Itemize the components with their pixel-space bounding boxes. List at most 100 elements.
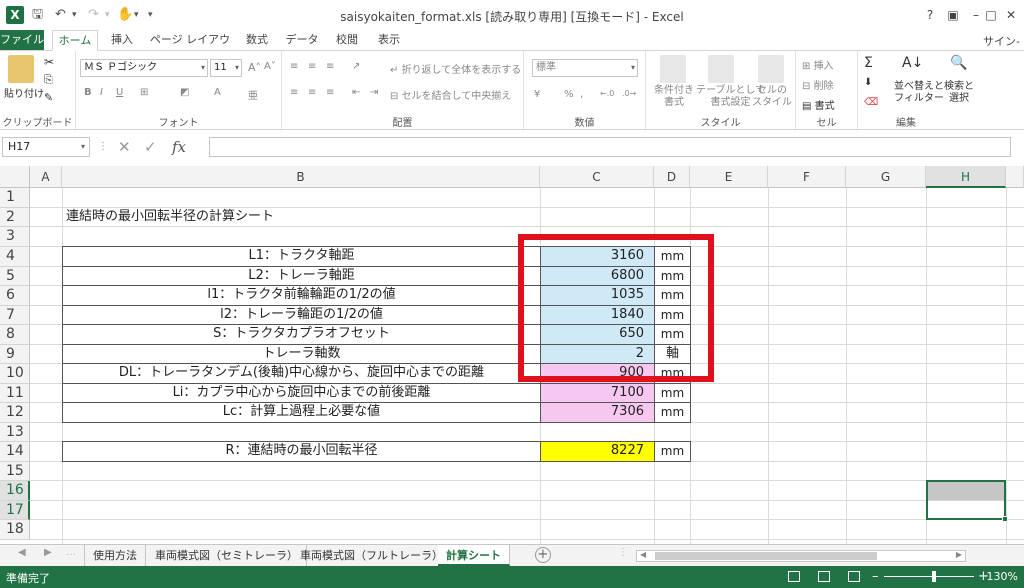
param-value-l2-small[interactable]: 1840 [540,305,655,325]
tab-data[interactable]: データ [282,30,322,50]
find-select-button[interactable]: 検索と 選択 [944,81,974,105]
decrease-decimal-icon[interactable]: .0→ [622,89,636,98]
paste-button[interactable]: 貼り付け [4,85,44,100]
sort-filter-button[interactable]: 並べ替えと フィルター [894,81,944,105]
scroll-right-icon[interactable]: ▶ [956,550,962,559]
zoom-slider[interactable] [884,576,974,577]
row-header-15[interactable]: 15 [0,462,30,481]
param-label-lc[interactable]: Lc：計算上過程上必要な値 [62,402,541,423]
row-header-5[interactable]: 5 [0,267,30,286]
row-header-13[interactable]: 13 [0,423,30,442]
align-center-icon[interactable]: ≡ [308,87,316,98]
sheet-overflow-icon[interactable]: … [66,547,76,558]
row-header-7[interactable]: 7 [0,306,30,325]
tab-home[interactable]: ホーム [52,30,98,51]
copy-icon[interactable]: ⎘ [44,73,53,87]
underline-button[interactable]: U [116,87,123,98]
row-header-6[interactable]: 6 [0,286,30,306]
autosum-icon[interactable]: Σ [864,55,873,71]
confirm-entry-icon[interactable]: ✓ [144,137,157,157]
increase-decimal-icon[interactable]: ←.0 [600,89,614,98]
page-layout-view-icon[interactable] [818,571,830,582]
borders-icon[interactable]: ⊞ [140,87,148,98]
param-value-dl[interactable]: 900 [540,363,655,384]
align-top-icon[interactable]: ≡ [290,61,298,72]
zoom-level[interactable]: 130% [987,570,1018,583]
tab-page-layout[interactable]: ページ レイアウト [148,30,232,66]
column-header-i[interactable] [1006,166,1024,188]
param-unit-l2[interactable]: mm [654,266,691,286]
param-value-l1-small[interactable]: 1035 [540,285,655,306]
param-unit-lc[interactable]: mm [654,402,691,423]
param-value-l1[interactable]: 3160 [540,246,655,267]
param-value-lc[interactable]: 7306 [540,402,655,423]
result-label[interactable]: R：連結時の最小回転半径 [62,441,541,462]
column-header-h[interactable]: H [926,166,1006,188]
restore-ribbon-icon[interactable]: ▣ [943,6,963,24]
font-size-select[interactable]: 11 ▾ [210,59,242,77]
format-painter-icon[interactable]: ✎ [44,91,53,104]
sheet-tab-calculation[interactable]: 計算シート [438,545,510,566]
horizontal-scrollbar[interactable]: ◀ ▶ [636,550,966,562]
cell-selection[interactable] [926,480,1008,522]
row-header-2[interactable]: 2 [0,208,30,227]
param-value-l2[interactable]: 6800 [540,266,655,286]
row-header-8[interactable]: 8 [0,325,30,345]
row-header-9[interactable]: 9 [0,345,30,364]
zoom-slider-thumb[interactable] [931,571,936,582]
tab-split-handle-icon[interactable]: ⋮ [618,547,628,558]
row-header-11[interactable]: 11 [0,384,30,403]
param-value-s[interactable]: 650 [540,324,655,345]
row-header-18[interactable]: 18 [0,520,30,540]
param-value-li[interactable]: 7100 [540,383,655,403]
row-header-14[interactable]: 14 [0,442,30,462]
merge-center-button[interactable]: ⊟ セルを結合して中央揃え [390,87,511,102]
align-middle-icon[interactable]: ≡ [308,61,316,72]
column-header-e[interactable]: E [690,166,768,188]
align-bottom-icon[interactable]: ≡ [326,61,334,72]
prev-sheet-icon[interactable]: ◀ [18,547,26,558]
param-label-l2-small[interactable]: l2：トレーラ輪距の1/2の値 [62,305,541,325]
row-header-12[interactable]: 12 [0,403,30,423]
clear-icon[interactable]: ⌫ [864,97,878,108]
column-header-d[interactable]: D [654,166,690,188]
currency-icon[interactable]: ¥ [534,89,540,100]
phonetic-icon[interactable]: 亜 [248,87,258,102]
conditional-format-button[interactable]: 条件付き 書式 [654,85,694,109]
row-header-10[interactable]: 10 [0,364,30,384]
cancel-entry-icon[interactable]: ✕ [118,137,131,157]
close-icon[interactable]: ✕ [1001,6,1021,24]
param-unit-li[interactable]: mm [654,383,691,403]
paste-icon[interactable] [8,55,34,83]
sort-filter-icon[interactable]: A↓ [902,55,923,71]
select-all-corner[interactable] [0,166,30,188]
cut-icon[interactable]: ✂ [44,55,54,69]
normal-view-icon[interactable] [788,571,800,582]
help-button[interactable]: ? [920,6,940,24]
fill-color-icon[interactable]: ◩ [180,87,189,98]
font-name-select[interactable]: ＭＳ Ｐゴシック ▾ [80,59,208,77]
delete-cells-button[interactable]: ⊟ 削除 [802,77,834,92]
column-header-g[interactable]: G [846,166,926,188]
format-as-table-icon[interactable] [708,55,734,83]
find-select-icon[interactable]: 🔍 [950,55,967,71]
param-unit-s[interactable]: mm [654,324,691,345]
param-label-l2[interactable]: L2：トレーラ軸距 [62,266,541,286]
comma-button[interactable]: , [580,89,583,100]
tab-file[interactable]: ファイル [0,30,44,50]
bold-button[interactable]: B [84,87,92,98]
cell-styles-icon[interactable] [758,55,784,83]
result-unit[interactable]: mm [654,441,691,462]
param-unit-l2-small[interactable]: mm [654,305,691,325]
row-header-16[interactable]: 16 [0,481,30,501]
maximize-icon[interactable]: □ [981,6,1001,24]
fill-handle[interactable] [1002,516,1008,522]
wrap-text-button[interactable]: ↵ 折り返して全体を表示する [390,61,521,76]
align-right-icon[interactable]: ≡ [326,87,334,98]
zoom-out-icon[interactable]: – [872,569,879,584]
scrollbar-thumb[interactable] [655,552,877,560]
param-value-axles[interactable]: 2 [540,344,655,364]
formula-input[interactable] [209,137,1011,157]
sign-in-link[interactable]: サイン- [983,33,1020,49]
param-label-axles[interactable]: トレーラ軸数 [62,344,541,364]
